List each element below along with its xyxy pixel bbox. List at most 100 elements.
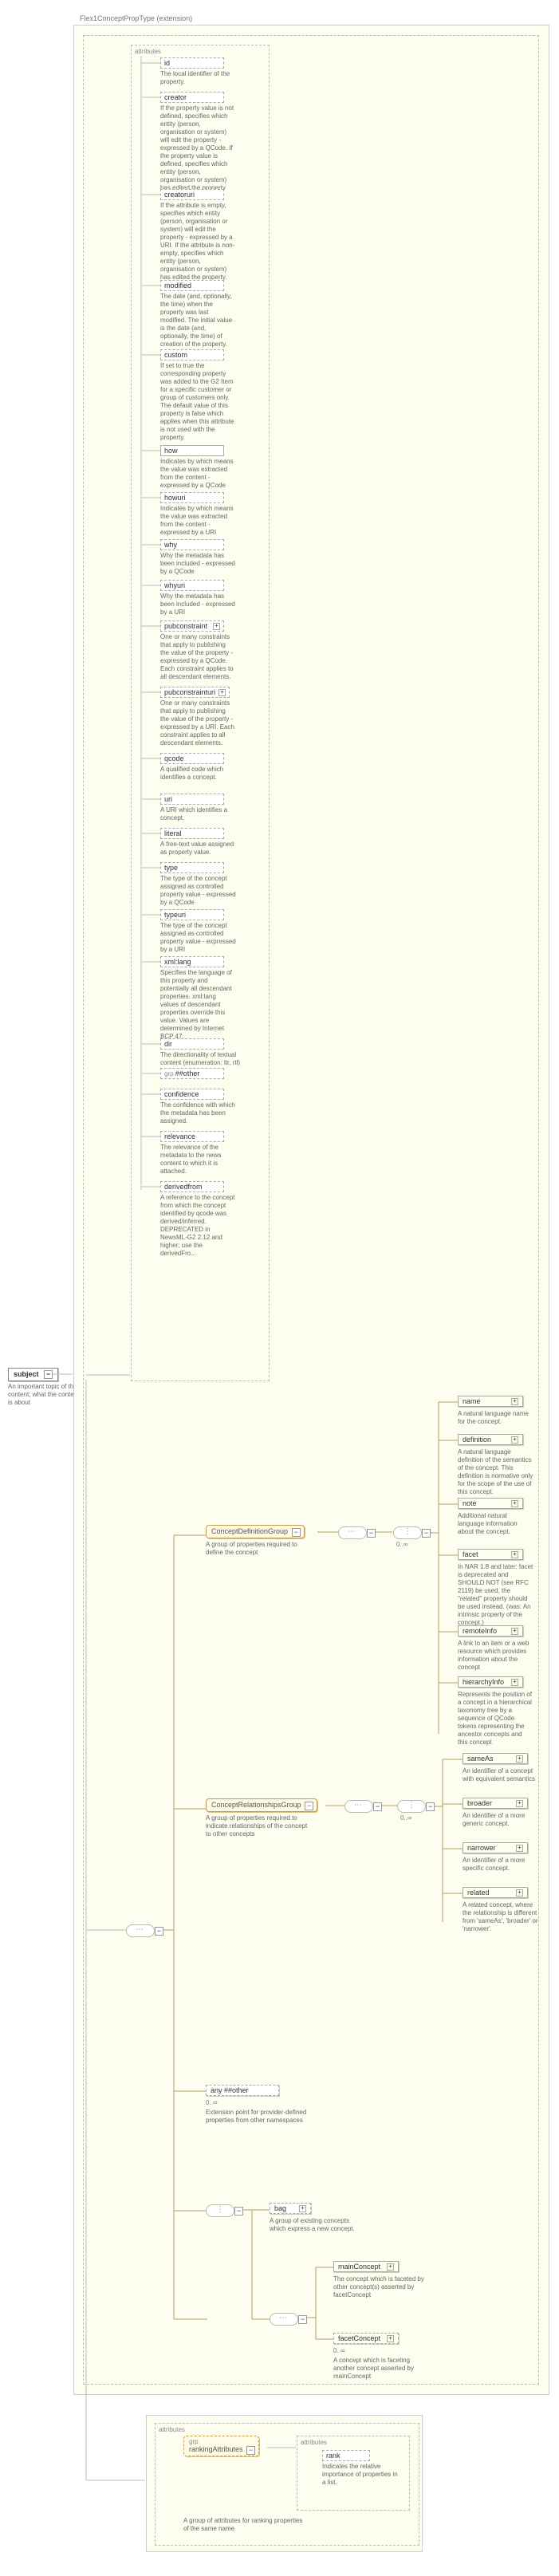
minus-icon[interactable]: − [292,1528,301,1537]
d: An identifier of a concept with equivale… [463,1767,538,1783]
attr-modified[interactable]: modified [160,280,224,291]
element-note[interactable]: note+ [458,1498,523,1509]
root-desc: An important topic of the content; what … [8,1383,84,1407]
element-name[interactable]: name+ [458,1396,523,1407]
plus-icon[interactable]: + [511,1500,518,1507]
element-mainConcept[interactable]: mainConcept+ [333,2261,399,2272]
label: subject [14,1370,39,1378]
attr-id[interactable]: id [160,57,224,69]
minus-icon[interactable]: − [422,1529,431,1538]
element-subject[interactable]: subject − [8,1368,58,1381]
d: An identifier of a more generic concept. [463,1812,538,1828]
minus-icon[interactable]: − [305,1802,313,1810]
d: One or many constraints that apply to pu… [160,633,236,681]
plus-icon[interactable]: + [516,1755,523,1763]
d: If the property value is not defined, sp… [160,104,236,200]
plus-icon[interactable]: + [511,1679,518,1686]
element-remoteInfo[interactable]: remoteInfo+ [458,1625,523,1637]
d: Specifies the language of this property … [160,969,236,1041]
attr-typeuri[interactable]: typeuri [160,909,224,920]
attr-dir[interactable]: dir [160,1038,224,1050]
attr-derivedfrom[interactable]: derivedfrom [160,1181,224,1192]
minus-icon[interactable]: − [44,1370,53,1379]
plus-icon[interactable]: + [511,1551,518,1558]
attr-pubconstrainturi[interactable]: pubconstrainturi+ [160,687,230,698]
attr-creator[interactable]: creator [160,92,224,103]
choice-icon [206,2204,234,2217]
minus-icon[interactable]: − [426,1802,435,1811]
d: The date (and, optionally, the time) whe… [160,293,236,349]
plus-icon[interactable]: + [516,1889,523,1897]
d: The type of the concept assigned as cont… [160,922,236,954]
plus-icon[interactable]: + [213,623,220,630]
d: The directionality of textual content (e… [160,1051,244,1067]
card: 0..∞ [333,2347,345,2354]
attr-xmllang[interactable]: xml:lang [160,956,224,967]
element-narrower[interactable]: narrower+ [463,1842,528,1853]
attr-confidence[interactable]: confidence [160,1089,224,1100]
attr-rank[interactable]: rank [322,2450,370,2461]
plus-icon[interactable]: + [387,2263,394,2271]
plus-icon[interactable]: + [511,1398,518,1405]
plus-icon[interactable]: + [511,1436,518,1444]
d: The confidence with which the metadata h… [160,1101,236,1125]
attr-id-desc: The local identifier of the property. [160,70,236,86]
element-bag[interactable]: bag+ [270,2203,311,2214]
plus-icon[interactable]: + [516,1845,523,1852]
d: A group of existing concepts which expre… [270,2217,365,2233]
attr-custom[interactable]: custom [160,349,224,360]
sequence-icon [338,1526,367,1539]
attr-how[interactable]: how [160,445,224,456]
d: Why the metadata has been included - exp… [160,552,236,576]
attr-uri[interactable]: uri [160,794,224,805]
plus-icon[interactable]: + [516,1800,523,1807]
grp-rankingAttributes[interactable]: grprankingAttributes − [183,2436,259,2456]
attr-why[interactable]: why [160,539,224,550]
d: A URI which identifies a concept. [160,806,236,822]
attr-type[interactable]: type [160,862,224,873]
group-cdg[interactable]: ConceptDefinitionGroup − [206,1525,305,1538]
attr-qcode[interactable]: qcode [160,753,224,764]
d: A reference to the concept from which th… [160,1194,236,1258]
d: The concept which is faceted by other co… [333,2275,429,2299]
minus-icon[interactable]: − [246,2446,255,2455]
choice-icon [393,1526,422,1539]
attr-creatoruri[interactable]: creatoruri [160,189,224,200]
element-facet[interactable]: facet+ [458,1549,523,1560]
d: A natural language name for the concept. [458,1410,533,1426]
plus-icon[interactable]: + [511,1628,518,1635]
element-broader[interactable]: broader+ [463,1798,528,1809]
attr-grp-other[interactable]: grp ##other [160,1068,224,1079]
attr-pubconstraint[interactable]: pubconstraint+ [160,620,224,632]
card: 0..∞ [400,1814,412,1822]
attr-relevance[interactable]: relevance [160,1131,224,1142]
d: If set to true the corresponding propert… [160,362,236,442]
attr-howuri[interactable]: howuri [160,492,224,503]
element-facetConcept[interactable]: facetConcept+ [333,2333,399,2344]
plus-icon[interactable]: + [299,2205,306,2212]
attr-literal[interactable]: literal [160,828,224,839]
d: A free-text value assigned as property v… [160,841,236,857]
d: Indicates by which means the value was e… [160,458,236,490]
d: If the attribute is empty, specifies whi… [160,202,236,282]
d: Extension point for provider-defined pro… [206,2109,309,2125]
ext-title: Flex1ConceptPropType (extension) [80,14,192,22]
d: In NAR 1.8 and later: facet is deprecate… [458,1563,533,1627]
element-definition[interactable]: definition+ [458,1434,523,1445]
d: Indicates by which means the value was e… [160,505,236,537]
element-sameAs[interactable]: sameAs+ [463,1753,528,1764]
d: Represents the position of a concept in … [458,1691,533,1747]
attr-whyuri[interactable]: whyuri [160,580,224,591]
d: The relevance of the metadata to the new… [160,1144,236,1176]
choice-icon [397,1800,426,1813]
element-any-other[interactable]: any ##other [206,2085,279,2096]
d: Why the metadata has been included - exp… [160,593,236,616]
group-crg[interactable]: ConceptRelationshipsGroup − [206,1798,317,1812]
d: Indicates the relative importance of pro… [322,2463,398,2487]
plus-icon[interactable]: + [387,2335,394,2342]
plus-icon[interactable]: + [218,689,226,696]
element-hierarchyInfo[interactable]: hierarchyInfo+ [458,1676,523,1688]
card: 0..∞ [206,2099,218,2106]
element-related[interactable]: related+ [463,1887,528,1898]
d: A link to an item or a web resource whic… [458,1640,533,1672]
